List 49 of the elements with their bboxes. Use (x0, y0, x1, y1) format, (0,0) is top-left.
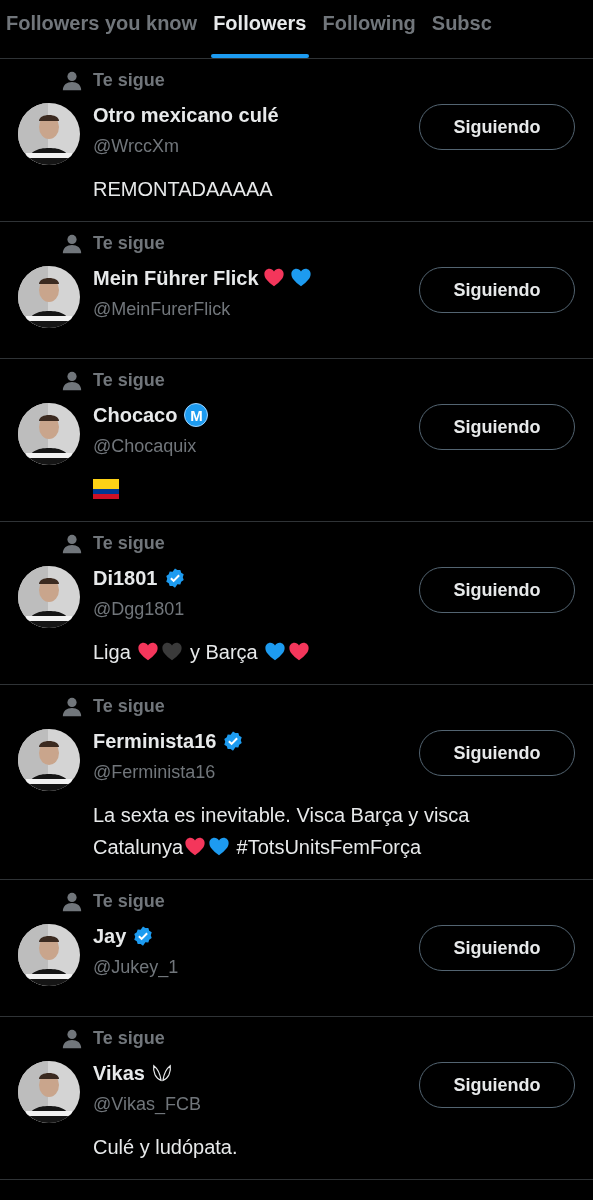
following-button[interactable]: Siguiendo (419, 567, 575, 613)
flag-icon (93, 479, 119, 499)
tab[interactable]: Followers (205, 0, 315, 58)
following-button[interactable]: Siguiendo (419, 267, 575, 313)
person-icon (61, 1028, 83, 1050)
bio-text: La sexta es inevitable. Visca Barça y visca Catalunya #TotsUnitsFemForça (93, 803, 471, 860)
tab[interactable]: Followers you know (0, 0, 206, 58)
person-icon (61, 70, 83, 92)
following-button[interactable]: Siguiendo (419, 925, 575, 971)
follows-you-label: Te sigue (93, 232, 166, 255)
follows-you-label: Te sigue (93, 695, 166, 718)
bio-text: REMONTADAAAAA (93, 177, 274, 202)
person-icon (61, 370, 83, 392)
follows-you-label: Te sigue (93, 532, 166, 555)
letter-badge: M (184, 403, 209, 427)
person-icon (61, 533, 83, 555)
following-button[interactable]: Siguiendo (419, 104, 575, 150)
username: @WrccXm (93, 135, 180, 158)
verified-badge-icon (163, 567, 186, 589)
follows-you-label: Te sigue (93, 890, 166, 913)
wings-icon (150, 1062, 173, 1084)
display-name: Jay (93, 924, 127, 948)
username: @Dgg1801 (93, 598, 186, 621)
display-name: Ferminista16 (93, 729, 217, 753)
bio-text: Liga y Barça (93, 636, 575, 668)
person-icon (61, 233, 83, 255)
username: @Chocaquix (93, 435, 198, 458)
verified-badge-icon (132, 925, 155, 947)
tab[interactable]: Subsc (423, 0, 593, 58)
person-icon (61, 696, 83, 718)
display-name: Mein Führer Flick (93, 266, 259, 290)
verified-badge-icon (222, 730, 245, 752)
bio-text: Culé y ludópata. (93, 1135, 239, 1160)
username: @Ferminista16 (93, 761, 217, 784)
display-name: Otro mexicano culé (93, 103, 279, 127)
username: @Vikas_FCB (93, 1093, 202, 1117)
follows-you-label: Te sigue (93, 1027, 166, 1050)
display-name: Di1801 (93, 566, 158, 590)
username: @MeinFurerFlick (93, 298, 232, 321)
display-name: Chocaco (93, 403, 178, 427)
follows-you-label: Te sigue (93, 69, 166, 92)
tab[interactable]: Following (314, 0, 424, 58)
display-name: Vikas (93, 1061, 145, 1085)
following-button[interactable]: Siguiendo (419, 730, 575, 776)
following-button[interactable]: Siguiendo (419, 404, 575, 450)
following-button[interactable]: Siguiendo (419, 1062, 575, 1108)
person-icon (61, 891, 83, 913)
follows-you-label: Te sigue (93, 369, 166, 392)
username: @Jukey_1 (93, 956, 180, 980)
